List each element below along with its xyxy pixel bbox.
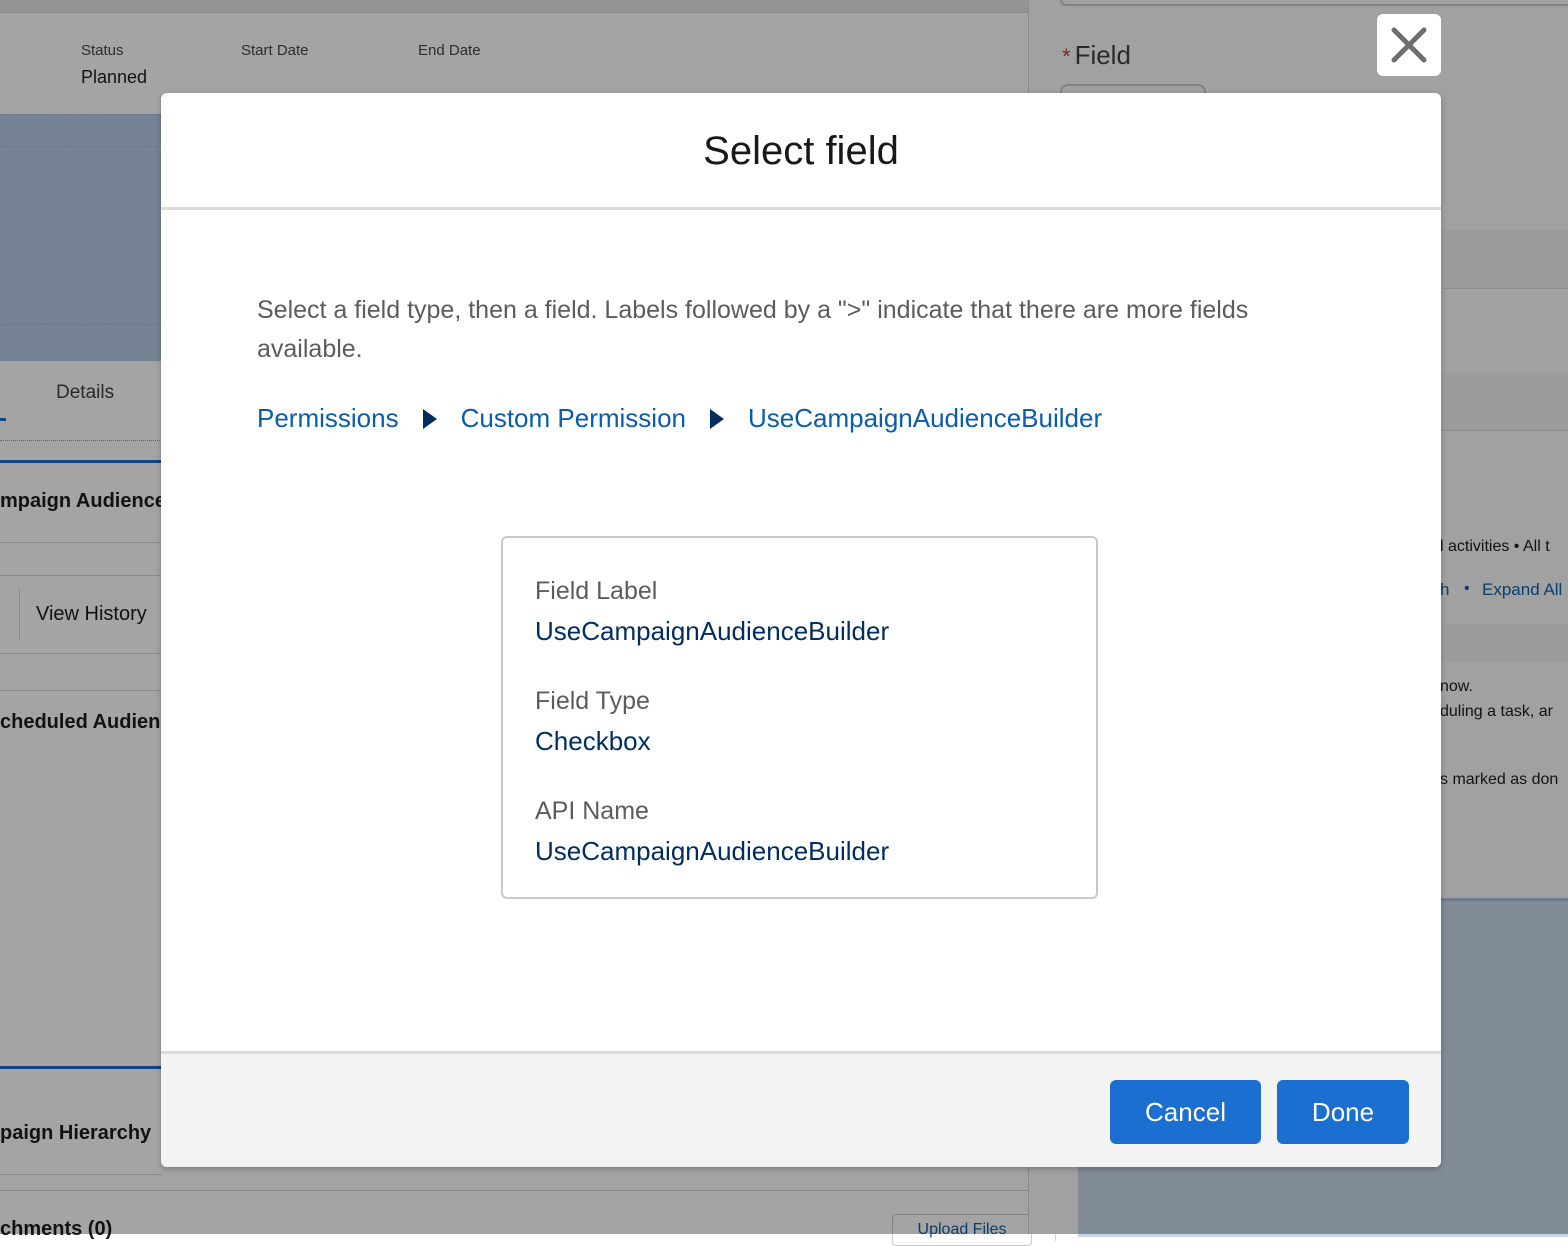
api-name-group: API Name UseCampaignAudienceBuilder	[535, 796, 1064, 866]
field-type-group: Field Type Checkbox	[535, 686, 1064, 756]
breadcrumb-field[interactable]: UseCampaignAudienceBuilder	[748, 403, 1102, 434]
breadcrumb-permissions[interactable]: Permissions	[257, 403, 399, 434]
breadcrumb-custom-permission[interactable]: Custom Permission	[461, 403, 686, 434]
field-detail-card: Field Label UseCampaignAudienceBuilder F…	[501, 536, 1098, 899]
modal-footer: Cancel Done	[161, 1051, 1441, 1167]
api-name-value: UseCampaignAudienceBuilder	[535, 836, 890, 866]
field-label-title: Field Label	[535, 577, 658, 605]
modal-header: Select field	[161, 93, 1441, 210]
select-field-modal: Select field Select a field type, then a…	[161, 93, 1441, 1167]
field-type-title: Field Type	[535, 687, 650, 715]
breadcrumb: Permissions Custom Permission UseCampaig…	[257, 403, 1102, 434]
api-name-title: API Name	[535, 797, 649, 825]
done-button[interactable]: Done	[1277, 1080, 1409, 1144]
close-icon	[1391, 27, 1427, 63]
cancel-button[interactable]: Cancel	[1110, 1080, 1261, 1144]
field-label-value: UseCampaignAudienceBuilder	[535, 616, 890, 646]
close-button[interactable]	[1377, 14, 1441, 76]
field-type-value: Checkbox	[535, 726, 651, 756]
modal-description: Select a field type, then a field. Label…	[257, 296, 1249, 363]
modal-title: Select field	[703, 128, 899, 173]
field-label-group: Field Label UseCampaignAudienceBuilder	[535, 576, 1064, 646]
breadcrumb-separator-icon	[710, 408, 724, 429]
breadcrumb-separator-icon	[422, 408, 437, 429]
